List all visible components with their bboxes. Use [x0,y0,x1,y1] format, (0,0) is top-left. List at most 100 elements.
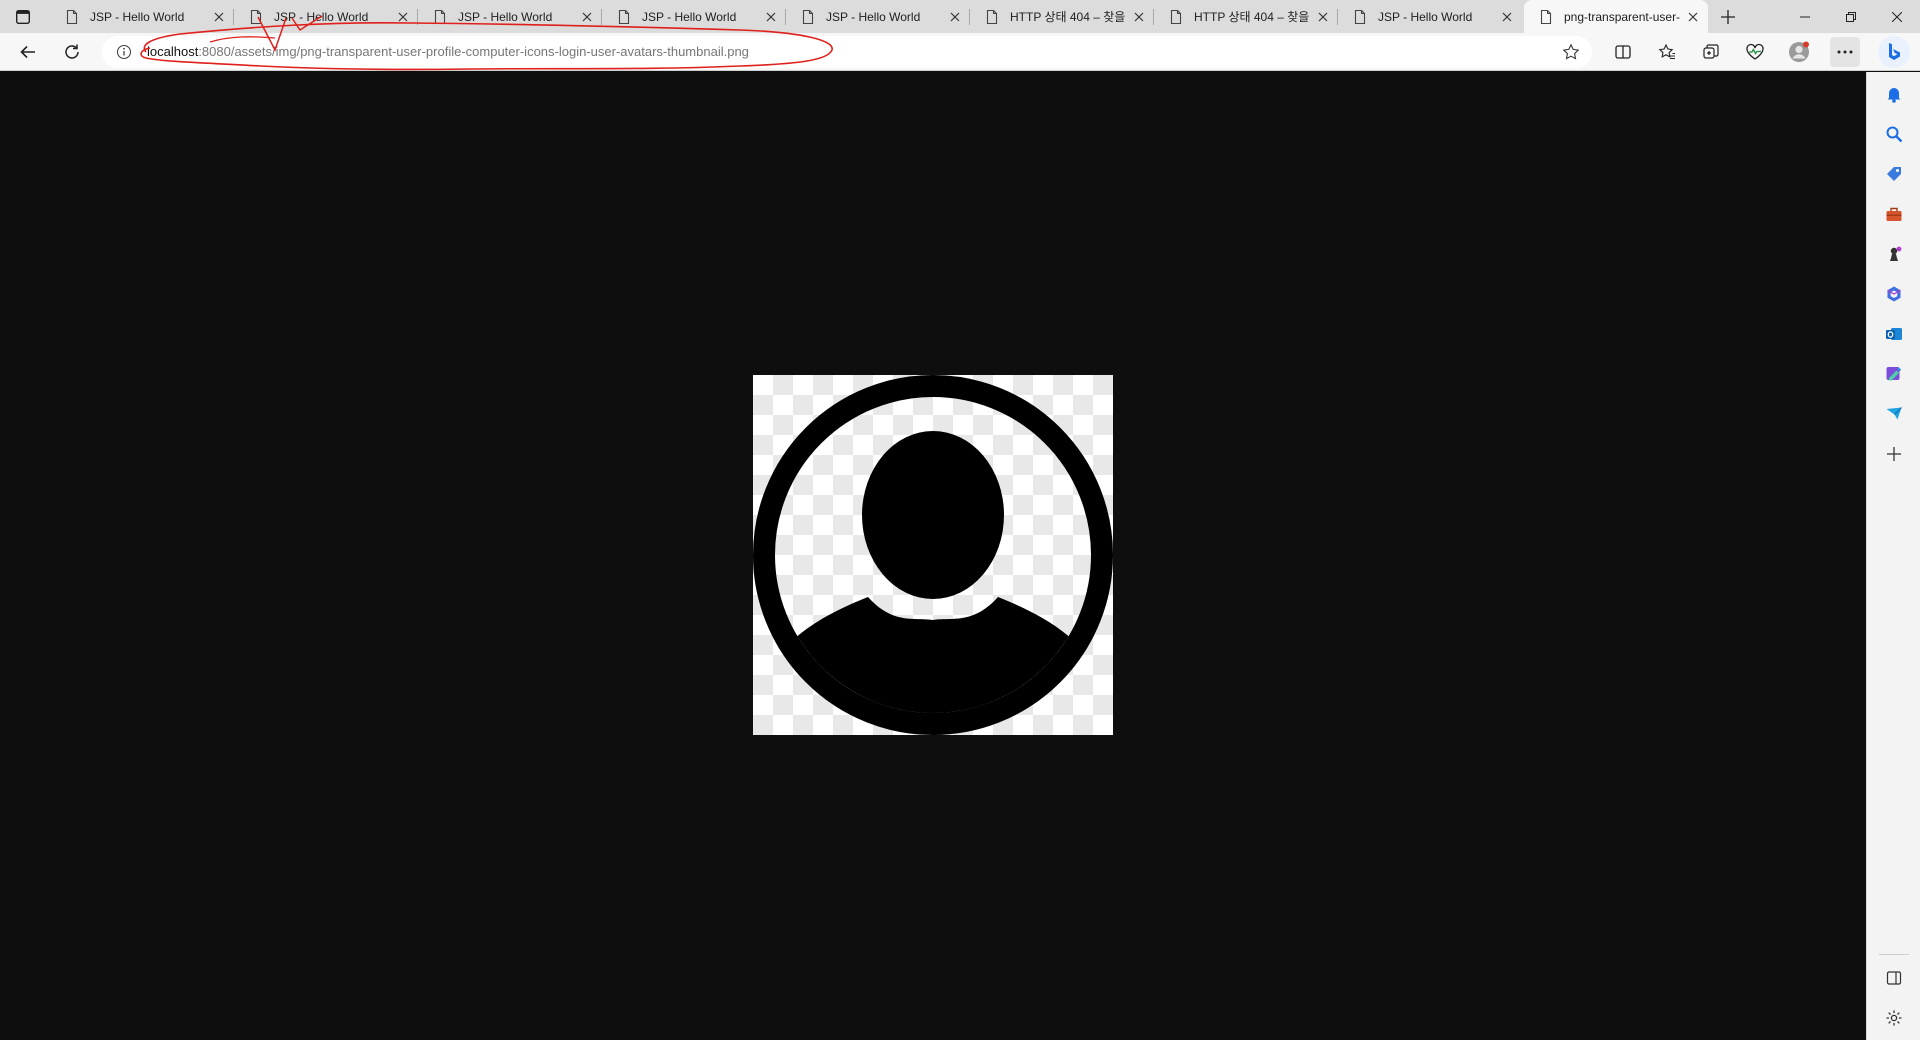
toolbar: localhost:8080/assets/img/png-transparen… [0,33,1920,71]
tab-title: JSP - Hello World [642,9,737,24]
close-icon[interactable] [1682,6,1704,28]
back-button[interactable] [13,37,43,67]
sidebar-outlook-button[interactable] [1880,320,1908,348]
games-icon [1890,246,1902,261]
plus-icon [1721,10,1735,24]
add-icon [1887,447,1901,461]
page-icon [618,9,630,24]
tab-title: JSP - Hello World [90,9,185,24]
address-bar[interactable]: localhost:8080/assets/img/png-transparen… [102,36,1592,68]
tab-title: JSP - Hello World [826,9,921,24]
refresh-icon [65,44,79,59]
url-host: localhost [147,44,199,59]
restore-icon [1846,11,1856,22]
tab-title: png-transparent-user- [1564,9,1681,24]
sidebar-games-button[interactable] [1880,240,1908,268]
sidebar-microsoft365-button[interactable] [1880,280,1908,308]
sidebar-add-button[interactable] [1880,440,1908,468]
split-screen-icon [1615,45,1631,59]
page-icon [1354,9,1366,24]
sidebar-settings-button[interactable] [1880,1004,1908,1032]
close-icon[interactable] [576,6,598,28]
page-icon [66,9,78,24]
tab-5[interactable]: JSP - Hello World [786,0,970,33]
user-avatar-icon [753,375,1113,735]
sidebar-tools-button[interactable] [1880,200,1908,228]
page-icon [250,9,262,24]
profile-icon [1789,41,1809,62]
favorites-icon [1658,43,1675,60]
drop-icon [1886,407,1902,420]
tab-title: JSP - Hello World [1378,9,1473,24]
tab-9-active[interactable]: png-transparent-user- [1524,0,1708,33]
split-screen-button[interactable] [1608,37,1638,67]
page-icon [802,9,814,24]
tab-1[interactable]: JSP - Hello World [50,0,234,33]
close-icon[interactable] [944,6,966,28]
collections-button[interactable] [1696,37,1726,67]
designer-icon [1886,367,1902,381]
copilot-button[interactable] [1878,36,1910,68]
tab-strip: JSP - Hello World JSP - Hello World JSP … [0,0,1920,33]
window-close-button[interactable] [1874,0,1920,33]
info-icon[interactable] [116,44,132,60]
sidebar-divider [1879,954,1909,955]
tab-3[interactable]: JSP - Hello World [418,0,602,33]
tab-6[interactable]: HTTP 상태 404 – 찾을 [970,0,1154,33]
sidebar-designer-button[interactable] [1880,360,1908,388]
tab-7[interactable]: HTTP 상태 404 – 찾을 [1154,0,1338,33]
sidebar-shopping-button[interactable] [1880,160,1908,188]
sidebar-search-button[interactable] [1880,120,1908,148]
page-icon [1540,9,1552,24]
image-viewer-area [0,72,1866,1040]
bell-icon [1887,88,1901,103]
sidebar-hide-button[interactable] [1880,964,1908,992]
collections-icon [1703,44,1719,59]
browser-essentials-button[interactable] [1740,37,1770,67]
minimize-icon [1800,16,1810,17]
page-icon [1170,9,1182,24]
refresh-button[interactable] [57,37,87,67]
page-icon [434,9,446,24]
close-icon[interactable] [1128,6,1150,28]
url-text[interactable]: localhost:8080/assets/img/png-transparen… [147,44,749,59]
close-icon[interactable] [760,6,782,28]
restore-button[interactable] [1828,0,1874,33]
toolbox-icon [1886,207,1902,221]
new-tab-button[interactable] [1715,4,1741,30]
shopping-tag-icon [1887,167,1901,181]
tab-actions-icon[interactable] [10,6,36,28]
add-favorite-button[interactable] [1560,41,1582,63]
ellipsis-icon [1837,50,1853,54]
sidebar-notifications-button[interactable] [1880,80,1908,108]
tab-title: JSP - Hello World [458,9,553,24]
page-icon [986,9,998,24]
search-icon [1886,126,1903,143]
hide-sidebar-icon [1886,971,1902,985]
close-icon[interactable] [208,6,230,28]
heart-pulse-icon [1746,43,1764,60]
bing-icon [1889,43,1900,60]
back-arrow-icon [20,45,35,59]
tab-2[interactable]: JSP - Hello World [234,0,418,33]
tab-title: JSP - Hello World [274,9,369,24]
favorites-button[interactable] [1652,37,1682,67]
edge-sidebar [1866,72,1920,1040]
close-icon [1892,11,1902,22]
url-path: :8080/assets/img/png-transparent-user-pr… [198,44,749,59]
displayed-image[interactable] [753,375,1113,735]
profile-button[interactable] [1784,37,1814,67]
minimize-button[interactable] [1782,0,1828,33]
close-icon[interactable] [392,6,414,28]
tab-4[interactable]: JSP - Hello World [602,0,786,33]
microsoft365-icon [1887,286,1901,302]
sidebar-drop-button[interactable] [1880,400,1908,428]
tab-8[interactable]: JSP - Hello World [1338,0,1522,33]
outlook-icon [1886,328,1902,340]
settings-icon [1886,1010,1902,1026]
close-icon[interactable] [1312,6,1334,28]
settings-and-more-button[interactable] [1830,37,1860,67]
close-icon[interactable] [1496,6,1518,28]
tab-title: HTTP 상태 404 – 찾을 [1194,10,1310,24]
star-icon [1562,43,1580,60]
